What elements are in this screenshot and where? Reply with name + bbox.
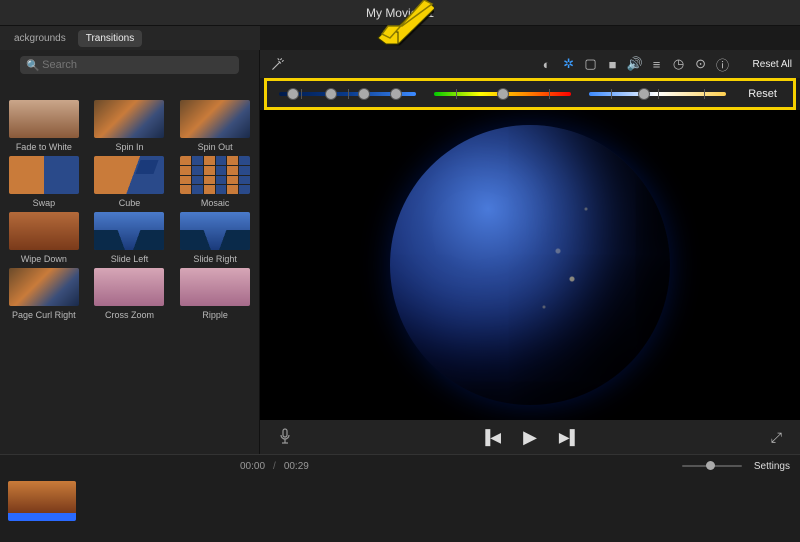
reset-all-button[interactable]: Reset All xyxy=(753,59,792,70)
transition-label: Fade to White xyxy=(16,142,72,152)
noise-reduction-icon[interactable]: ≡ xyxy=(647,54,667,74)
transition-item[interactable]: Cube xyxy=(92,156,168,208)
color-reset-button[interactable]: Reset xyxy=(744,86,781,102)
search-input[interactable] xyxy=(20,56,239,74)
transition-thumb xyxy=(9,156,79,194)
slider-handle[interactable] xyxy=(358,88,370,100)
video-preview[interactable] xyxy=(260,110,800,420)
viewer-panel: ◐✲▢■🔊≡◷⊙ⓘ Reset All Reset ▐◀ ▶ ▶▌ ⤢ xyxy=(260,50,800,454)
transition-label: Cross Zoom xyxy=(105,310,154,320)
transition-label: Wipe Down xyxy=(21,254,67,264)
speed-icon[interactable]: ◷ xyxy=(669,54,689,74)
fullscreen-icon[interactable]: ⤢ xyxy=(771,429,782,446)
timeline-clip[interactable] xyxy=(8,481,76,521)
transition-thumb xyxy=(180,212,250,250)
transition-thumb xyxy=(9,100,79,138)
crop-icon[interactable]: ▢ xyxy=(581,54,601,74)
timeline-area: 00:00 / 00:29 Settings xyxy=(0,454,800,542)
time-sep: / xyxy=(273,461,276,472)
transition-item[interactable]: Page Curl Right xyxy=(6,268,82,320)
transition-thumb xyxy=(94,100,164,138)
temperature-slider[interactable] xyxy=(589,92,726,96)
browser-tabs: ackgrounds Transitions xyxy=(0,26,260,50)
filter-icon[interactable]: ⊙ xyxy=(691,54,711,74)
transition-item[interactable]: Wipe Down xyxy=(6,212,82,264)
transition-thumb xyxy=(180,100,250,138)
play-button[interactable]: ▶ xyxy=(523,427,537,448)
magic-wand-icon[interactable] xyxy=(268,54,288,74)
transition-thumb xyxy=(94,268,164,306)
transition-label: Slide Right xyxy=(193,254,237,264)
color-correction-row: Reset xyxy=(264,78,796,110)
transition-label: Page Curl Right xyxy=(12,310,76,320)
transition-label: Mosaic xyxy=(201,198,230,208)
transition-label: Spin Out xyxy=(198,142,233,152)
viewer-toolbar: ◐✲▢■🔊≡◷⊙ⓘ Reset All xyxy=(260,50,800,78)
transition-item[interactable]: Fade to White xyxy=(6,100,82,152)
transition-thumb xyxy=(94,212,164,250)
transition-item[interactable]: Mosaic xyxy=(177,156,253,208)
transition-label: Spin In xyxy=(115,142,143,152)
transition-item[interactable]: Spin In xyxy=(92,100,168,152)
transition-thumb xyxy=(9,268,79,306)
skip-forward-button[interactable]: ▶▌ xyxy=(559,429,580,446)
project-title: My Movie 21 xyxy=(366,6,434,20)
transition-label: Slide Left xyxy=(111,254,149,264)
transition-item[interactable]: Swap xyxy=(6,156,82,208)
timeline-header: 00:00 / 00:29 Settings xyxy=(0,455,800,477)
slider-handle[interactable] xyxy=(497,88,509,100)
transition-thumb xyxy=(180,268,250,306)
slider-handle[interactable] xyxy=(325,88,337,100)
color-balance-icon[interactable]: ◐ xyxy=(537,54,557,74)
transition-item[interactable]: Slide Right xyxy=(177,212,253,264)
transition-thumb xyxy=(180,156,250,194)
transition-thumb xyxy=(9,212,79,250)
volume-icon[interactable]: 🔊 xyxy=(625,54,645,74)
zoom-slider[interactable] xyxy=(682,465,742,467)
titlebar: My Movie 21 xyxy=(0,0,800,26)
slider-handle[interactable] xyxy=(287,88,299,100)
color-correction-icon[interactable]: ✲ xyxy=(559,54,579,74)
camera-icon[interactable]: ■ xyxy=(603,54,623,74)
transition-thumb xyxy=(94,156,164,194)
transition-item[interactable]: Slide Left xyxy=(92,212,168,264)
transition-item[interactable]: Cross Zoom xyxy=(92,268,168,320)
earth-frame xyxy=(390,125,670,405)
skip-back-button[interactable]: ▐◀ xyxy=(480,429,501,446)
microphone-icon[interactable] xyxy=(278,428,292,447)
time-total: 00:29 xyxy=(284,461,309,472)
transition-label: Ripple xyxy=(202,310,228,320)
tab-transitions[interactable]: Transitions xyxy=(78,30,143,47)
saturation-slider[interactable] xyxy=(434,92,571,96)
sidebar: 🔍 Fade to White Spin In Spin Out Swap Cube Mo… xyxy=(0,50,260,454)
slider-handle[interactable] xyxy=(390,88,402,100)
transition-label: Cube xyxy=(119,198,141,208)
time-current: 00:00 xyxy=(240,461,265,472)
playback-bar: ▐◀ ▶ ▶▌ ⤢ xyxy=(260,420,800,454)
transition-item[interactable]: Spin Out xyxy=(177,100,253,152)
transition-item[interactable]: Ripple xyxy=(177,268,253,320)
search-icon: 🔍 xyxy=(26,59,40,72)
shadows-slider[interactable] xyxy=(279,92,416,96)
tab-backgrounds[interactable]: ackgrounds xyxy=(6,30,74,47)
settings-button[interactable]: Settings xyxy=(754,461,790,472)
slider-handle[interactable] xyxy=(638,88,650,100)
main-area: 🔍 Fade to White Spin In Spin Out Swap Cube Mo… xyxy=(0,50,800,454)
transition-label: Swap xyxy=(33,198,56,208)
transitions-grid: Fade to White Spin In Spin Out Swap Cube Mosa… xyxy=(0,80,259,454)
info-icon[interactable]: ⓘ xyxy=(713,54,733,74)
